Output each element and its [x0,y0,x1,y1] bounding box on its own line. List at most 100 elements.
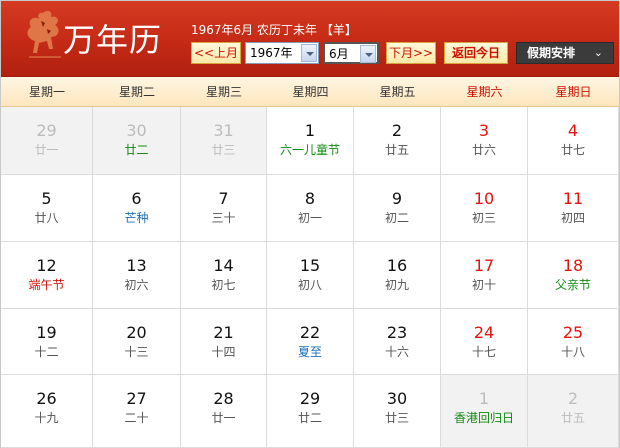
day-number: 25 [562,323,584,342]
lunar-date-label: 初六 [124,278,149,292]
festival-label: 芒种 [124,211,149,225]
day-number: 30 [126,121,147,140]
day-number: 18 [562,256,584,275]
lunar-date-label: 廿三 [211,143,236,157]
day-cell[interactable]: 18 父亲节 [528,242,619,309]
day-number: 11 [562,189,584,208]
lunar-date-text: 1967年6月 农历丁未年 [191,23,317,37]
day-cell[interactable]: 17 初十 [441,242,528,309]
calendar-grid: 29 廿一 30 廿二 31 廿三 1 六一儿童节 2 廿五 3 廿六 4 廿七 5 廿八 6 芒种 7 三十 8 初一 9… [1,107,619,448]
weekday-label: 星期日 [555,85,592,99]
day-cell[interactable]: 16 初九 [354,242,441,309]
festival-label: 夏至 [297,345,322,359]
lunar-date-label: 初七 [211,278,236,292]
day-cell[interactable]: 31 廿三 [181,107,267,175]
day-number: 29 [36,121,57,140]
weekday-label: 星期三 [205,85,242,99]
day-cell[interactable]: 15 初八 [267,242,354,309]
next-month-button[interactable]: 下月>> [386,42,436,64]
lunar-date-label: 初十 [471,278,496,292]
day-cell[interactable]: 27 二十 [93,375,181,448]
day-number: 22 [299,323,321,342]
day-number: 19 [36,323,57,342]
festival-label: 六一儿童节 [279,143,340,157]
day-cell[interactable]: 5 廿八 [1,175,93,242]
day-number: 29 [299,389,321,408]
day-cell[interactable]: 11 初四 [528,175,619,242]
lunar-date-label: 初一 [297,211,322,225]
day-number: 13 [126,256,147,275]
day-cell[interactable]: 29 廿二 [267,375,354,448]
day-cell[interactable]: 7 三十 [181,175,267,242]
lunar-date-label: 廿五 [560,411,585,425]
day-number: 28 [213,389,234,408]
lunar-date-label: 初九 [384,278,409,292]
day-cell[interactable]: 23 十六 [354,309,441,375]
weekday-label: 星期一 [28,85,65,99]
day-number: 1 [304,121,316,140]
day-number: 1 [478,389,490,408]
day-number: 7 [218,189,229,208]
day-number: 26 [36,389,57,408]
day-cell[interactable]: 30 廿三 [354,375,441,448]
day-cell[interactable]: 22 夏至 [267,309,354,375]
lunar-date-label: 廿五 [384,143,409,157]
weekday-label: 星期五 [379,85,416,99]
day-cell[interactable]: 4 廿七 [528,107,619,175]
lunar-date-label: 十九 [34,411,59,425]
year-select[interactable]: 1967年 [245,42,319,64]
year-select-value: 1967年 [250,46,293,60]
lunar-date-label: 十四 [211,345,236,359]
day-cell[interactable]: 13 初六 [93,242,181,309]
day-number: 15 [299,256,321,275]
day-cell[interactable]: 1 六一儿童节 [267,107,354,175]
month-select-value: 6月 [329,47,349,61]
weekday-label: 星期四 [292,85,329,99]
day-number: 24 [473,323,495,342]
lunar-date-label: 三十 [211,211,236,225]
day-cell[interactable]: 19 十二 [1,309,93,375]
day-number: 3 [478,121,490,140]
app-title: 万年历 [63,21,163,59]
day-cell[interactable]: 2 廿五 [528,375,619,448]
day-cell[interactable]: 12 端午节 [1,242,93,309]
lunar-date-label: 十七 [471,345,496,359]
day-cell[interactable]: 28 廿一 [181,375,267,448]
day-cell[interactable]: 3 廿六 [441,107,528,175]
day-cell[interactable]: 10 初三 [441,175,528,242]
day-cell[interactable]: 14 初七 [181,242,267,309]
day-number: 14 [213,256,234,275]
logo: 万年历 [23,9,183,71]
day-number: 9 [391,189,403,208]
day-cell[interactable]: 1 香港回归日 [441,375,528,448]
day-cell[interactable]: 8 初一 [267,175,354,242]
day-cell[interactable]: 25 十八 [528,309,619,375]
day-cell[interactable]: 24 十七 [441,309,528,375]
day-cell[interactable]: 20 十三 [93,309,181,375]
dropdown-arrow-icon[interactable] [360,45,376,63]
lunar-date-label: 廿七 [560,143,585,157]
day-cell[interactable]: 6 芒种 [93,175,181,242]
holiday-schedule-label: 假期安排 [527,46,576,60]
day-cell[interactable]: 29 廿一 [1,107,93,175]
lunar-date-label: 十六 [384,345,409,359]
day-number: 20 [126,323,147,342]
day-cell[interactable]: 2 廿五 [354,107,441,175]
day-number: 23 [386,323,408,342]
lunar-date-label: 廿一 [211,411,236,425]
lunar-date-label: 十八 [560,345,585,359]
prev-month-button[interactable]: <<上月 [191,42,241,64]
dropdown-arrow-icon[interactable] [301,44,317,62]
day-number: 12 [36,256,57,275]
lunar-year-info: 1967年6月 农历丁未年 【羊】 [191,21,357,38]
day-cell[interactable]: 21 十四 [181,309,267,375]
holiday-schedule-dropdown[interactable]: 假期安排 ⌄ [516,42,614,64]
day-cell[interactable]: 30 廿二 [93,107,181,175]
lunar-date-label: 初四 [560,211,585,225]
day-cell[interactable]: 9 初二 [354,175,441,242]
month-select[interactable]: 6月 [323,42,379,64]
day-cell[interactable]: 26 十九 [1,375,93,448]
lunar-date-label: 初二 [384,211,409,225]
day-number: 27 [126,389,147,408]
back-to-today-button[interactable]: 返回今日 [444,42,508,64]
